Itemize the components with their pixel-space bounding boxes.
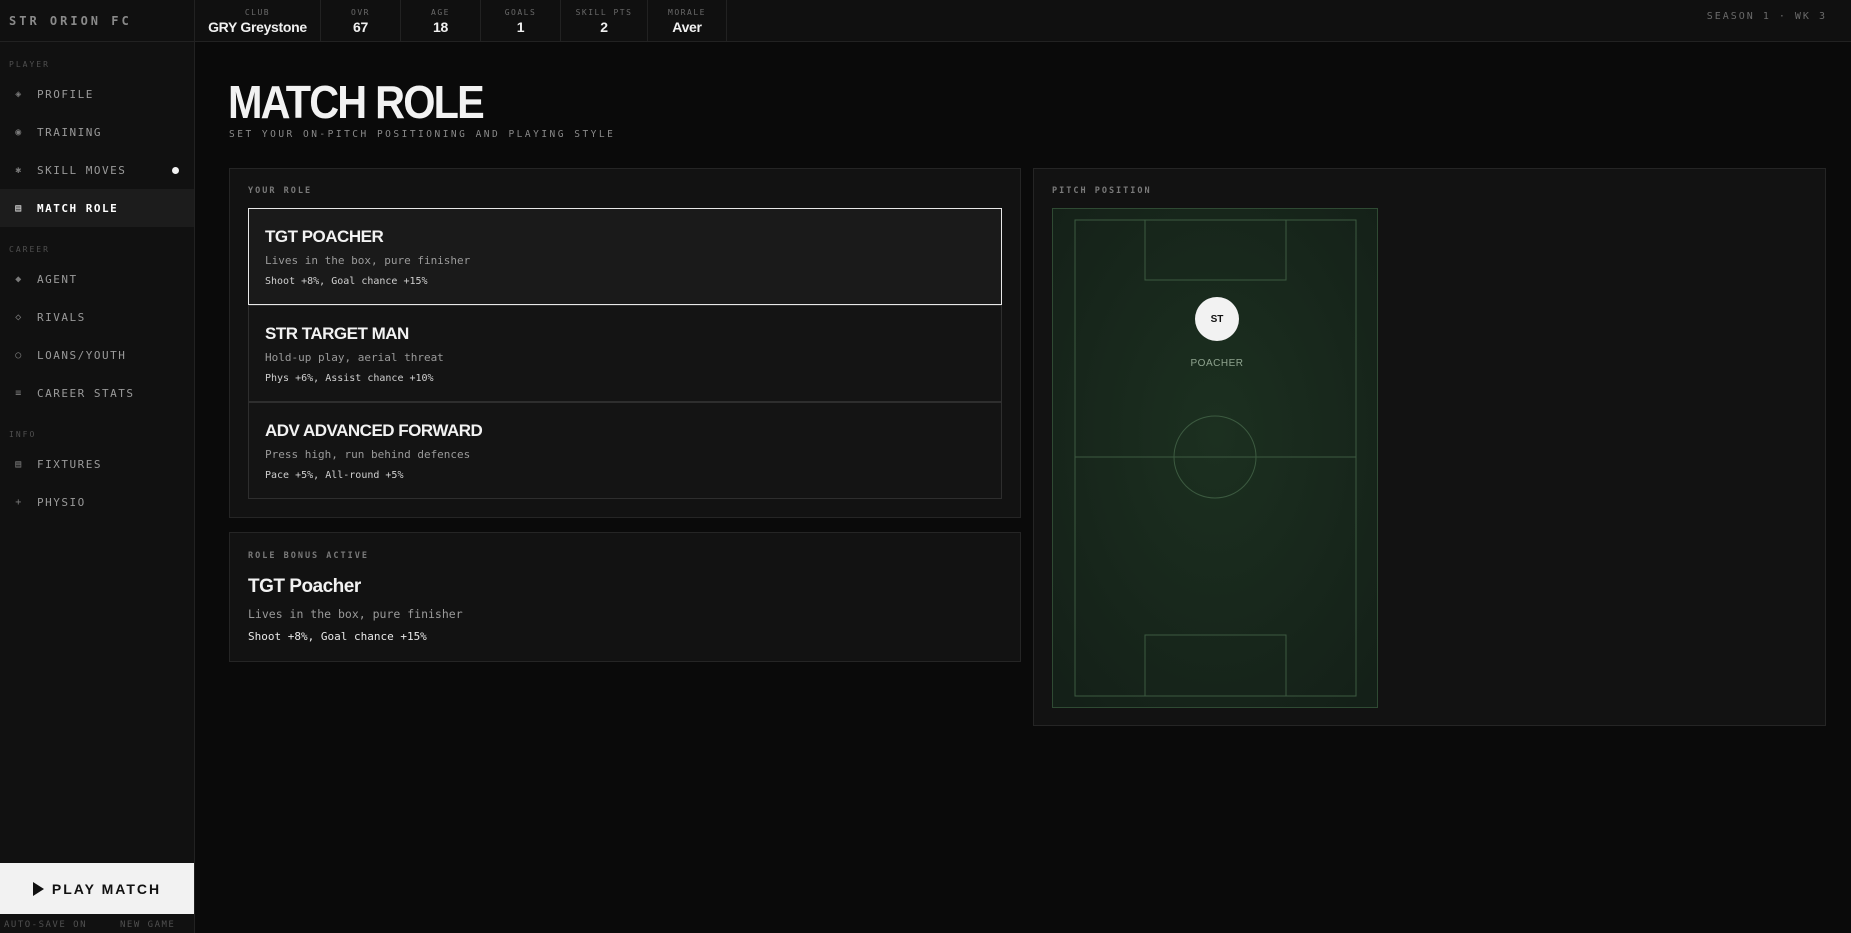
sidebar-item-label: LOANS/YOUTH [37,348,127,362]
role-bonus: Phys +6%, Assist chance +10% [265,373,434,384]
stat-morale-label: MORALE [668,7,706,17]
sidebar-item-physio[interactable]: + PHYSIO [0,483,194,521]
sidebar-item-label: SKILL MOVES [37,163,127,177]
stat-goals: GOALS 1 [481,0,561,42]
stat-ovr-label: OVR [351,7,370,17]
stat-morale: MORALE Aver [648,0,727,42]
pitch-position-label: PITCH POSITION [1052,186,1152,196]
club-brand: STR ORION FC [0,0,195,42]
fixtures-icon: ▤ [15,458,23,470]
role-desc: Hold-up play, aerial threat [265,351,444,364]
stat-morale-value: Aver [672,18,702,35]
stat-skill-pts-label: SKILL PTS [575,7,633,17]
sidebar: PLAYER ◈ PROFILE ◉ TRAINING ✱ SKILL MOVE… [0,42,195,933]
top-bar: STR ORION FC CLUB GRY Greystone OVR 67 A… [0,0,1851,42]
role-desc: Press high, run behind defences [265,448,471,461]
sidebar-item-match-role[interactable]: ▤ MATCH ROLE [0,189,194,227]
section-player: PLAYER [9,60,50,69]
stat-club-label: CLUB [244,7,271,17]
stat-goals-value: 1 [516,18,525,35]
profile-icon: ◈ [15,88,23,100]
stat-club: CLUB GRY Greystone [195,0,321,42]
sidebar-item-rivals[interactable]: ◇ RIVALS [0,298,194,336]
match-role-icon: ▤ [15,202,23,214]
player-position-marker: ST [1195,297,1239,341]
role-bonus-label: ROLE BONUS ACTIVE [248,551,369,561]
role-name: STR TARGET MAN [265,324,409,343]
rivals-icon: ◇ [15,311,23,323]
sidebar-item-agent[interactable]: ◆ AGENT [0,260,194,298]
sidebar-item-loans-youth[interactable]: ○ LOANS/YOUTH [0,336,194,374]
stat-skill-pts: SKILL PTS 2 [561,0,648,42]
role-card-advanced-forward[interactable]: ADV ADVANCED FORWARD Press high, run beh… [248,402,1002,499]
play-icon [32,881,44,896]
page-subtitle: SET YOUR ON-PITCH POSITIONING AND PLAYIN… [229,129,616,140]
sidebar-item-career-stats[interactable]: ≡ CAREER STATS [0,374,194,412]
career-stats-icon: ≡ [15,387,23,399]
notification-dot [172,167,179,174]
role-desc: Lives in the box, pure finisher [265,254,471,267]
loans-youth-icon: ○ [15,349,23,361]
play-match-label: PLAY MATCH [51,880,162,897]
new-game-link[interactable]: NEW GAME [120,920,175,930]
sidebar-item-label: RIVALS [37,310,86,324]
stat-goals-label: GOALS [504,7,537,17]
stat-age-label: AGE [431,7,450,17]
season-week: SEASON 1 · WK 3 [1706,11,1827,22]
skill-moves-icon: ✱ [15,164,23,176]
section-career: CAREER [9,245,50,254]
role-bonus: Pace +5%, All-round +5% [265,470,404,481]
section-info: INFO [9,430,37,439]
role-card-target-man[interactable]: STR TARGET MAN Hold-up play, aerial thre… [248,305,1002,402]
play-match-button[interactable]: PLAY MATCH [0,863,194,914]
role-name: ADV ADVANCED FORWARD [265,421,483,440]
sidebar-item-label: PROFILE [37,87,94,101]
stat-club-value: GRY Greystone [208,18,307,35]
sidebar-item-profile[interactable]: ◈ PROFILE [0,75,194,113]
sidebar-item-label: FIXTURES [37,457,102,471]
stat-ovr: OVR 67 [321,0,401,42]
role-bonus: Shoot +8%, Goal chance +15% [265,276,428,287]
sidebar-item-label: AGENT [37,272,78,286]
active-role-desc: Lives in the box, pure finisher [248,607,463,621]
sidebar-item-label: PHYSIO [37,495,86,509]
active-role-bonus: Shoot +8%, Goal chance +15% [248,630,427,643]
pitch-lines [1053,209,1377,707]
training-icon: ◉ [15,126,23,138]
active-role-name: TGT Poacher [248,576,361,597]
agent-icon: ◆ [15,273,23,285]
page-title: MATCH ROLE [228,76,485,128]
sidebar-item-training[interactable]: ◉ TRAINING [0,113,194,151]
role-name: TGT POACHER [265,227,384,246]
sidebar-item-label: CAREER STATS [37,386,135,400]
roles-panel-label: YOUR ROLE [248,186,313,196]
sidebar-item-label: TRAINING [37,125,102,139]
player-position-label: POACHER [1190,358,1244,369]
physio-icon: + [15,496,23,508]
sidebar-item-skill-moves[interactable]: ✱ SKILL MOVES [0,151,194,189]
sidebar-item-fixtures[interactable]: ▤ FIXTURES [0,445,194,483]
sidebar-item-label: MATCH ROLE [37,201,119,215]
stat-skill-pts-value: 2 [600,18,608,35]
stat-ovr-value: 67 [353,18,368,35]
stat-age-value: 18 [433,18,448,35]
role-card-poacher[interactable]: TGT POACHER Lives in the box, pure finis… [248,208,1002,305]
pitch-diagram: ST POACHER [1052,208,1378,708]
stat-age: AGE 18 [401,0,481,42]
autosave-status: AUTO-SAVE ON [4,920,88,930]
